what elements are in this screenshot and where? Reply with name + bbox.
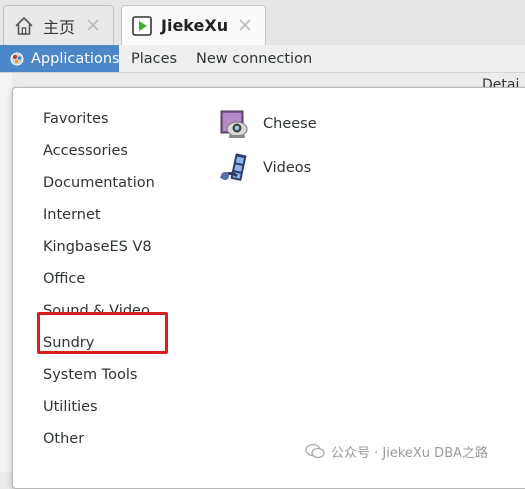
app-label: Videos	[263, 160, 312, 176]
tab-jiekexu[interactable]: JiekeXu	[121, 5, 266, 45]
applications-menu[interactable]: Applications	[0, 45, 120, 72]
close-icon[interactable]	[83, 15, 103, 35]
webcam-icon	[218, 107, 252, 141]
applications-label: Applications	[31, 50, 120, 67]
category-accessories[interactable]: Accessories	[43, 138, 128, 164]
tab-label: JiekeXu	[161, 16, 229, 35]
background-window-edge	[0, 73, 12, 472]
applications-popup: Favorites Accessories Documentation Inte…	[12, 87, 525, 489]
category-utilities[interactable]: Utilities	[43, 394, 98, 420]
category-documentation[interactable]: Documentation	[43, 170, 155, 196]
close-icon[interactable]	[235, 15, 255, 35]
watermark: 公众号 · JiekeXu DBA之路	[305, 440, 488, 462]
category-office[interactable]: Office	[43, 266, 85, 292]
highlight-annotation-box	[37, 312, 168, 354]
app-videos[interactable]: Videos	[218, 150, 311, 186]
new-connection-menu[interactable]: New connection	[196, 45, 312, 72]
category-system-tools[interactable]: System Tools	[43, 362, 137, 388]
menu-bar: Applications Places New connection	[0, 45, 525, 73]
applications-icon	[9, 51, 25, 67]
home-icon	[13, 15, 35, 37]
category-other[interactable]: Other	[43, 426, 84, 452]
category-internet[interactable]: Internet	[43, 202, 101, 228]
terminal-play-icon	[131, 15, 153, 37]
tab-home[interactable]: 主页	[3, 5, 114, 45]
app-cheese[interactable]: Cheese	[218, 106, 317, 142]
category-favorites[interactable]: Favorites	[43, 106, 109, 132]
wechat-icon	[305, 443, 325, 459]
category-kingbasees[interactable]: KingbaseES V8	[43, 234, 152, 260]
tab-bar: 主页 JiekeXu	[0, 0, 525, 46]
film-reel-icon	[218, 151, 252, 185]
tab-label: 主页	[43, 17, 76, 37]
watermark-text: 公众号 · JiekeXu DBA之路	[331, 445, 489, 461]
app-label: Cheese	[263, 116, 317, 132]
places-menu[interactable]: Places	[131, 45, 177, 72]
